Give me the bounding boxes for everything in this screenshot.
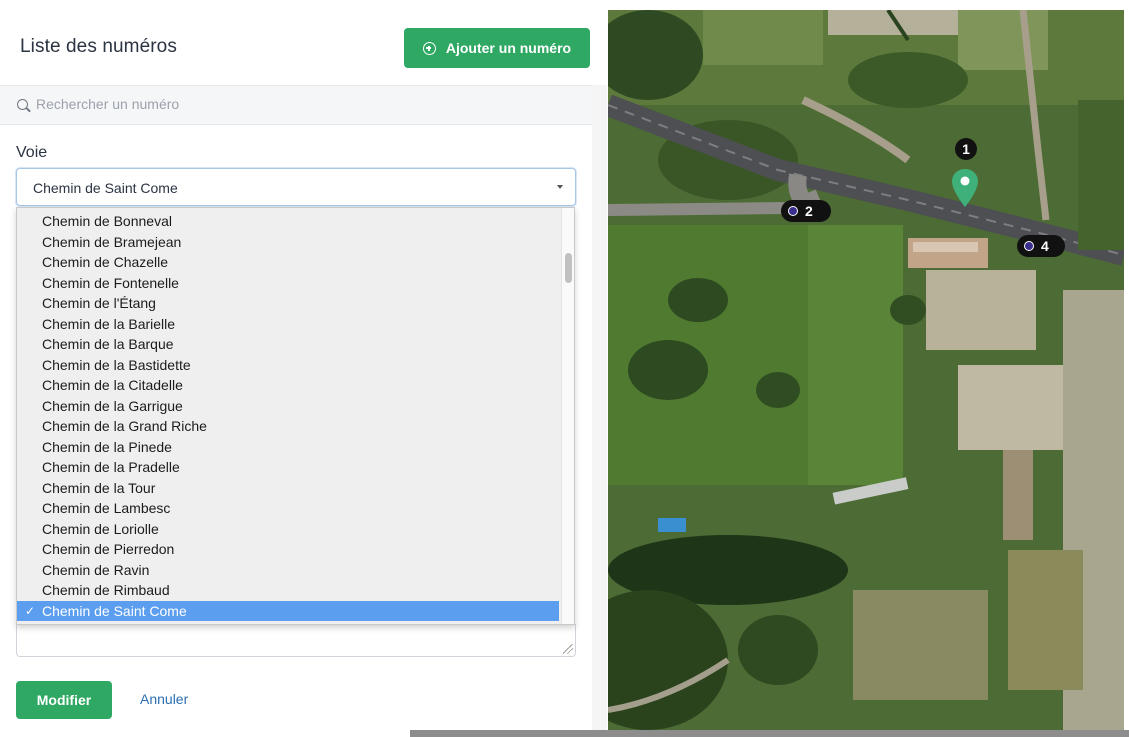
plus-circle-icon <box>422 41 436 55</box>
cancel-link[interactable]: Annuler <box>140 691 188 707</box>
dropdown-option[interactable]: Chemin de Loriolle <box>17 519 559 540</box>
page-title: Liste des numéros <box>20 36 177 57</box>
voie-dropdown-list: Chemin de Bonneval Chemin de Bramejean Che… <box>16 207 575 625</box>
marker-number: 4 <box>1041 238 1049 254</box>
dropdown-option-label: Chemin de la Garrigue <box>42 397 183 414</box>
sidebar-panel: Liste des numéros Ajouter un numéro Voie… <box>0 0 607 737</box>
dropdown-option[interactable]: Chemin de Chazelle <box>17 252 559 273</box>
dropdown-option-label: Chemin de la Tour <box>42 479 156 496</box>
dropdown-option-label: Chemin de Bramejean <box>42 233 182 250</box>
dropdown-option[interactable]: Chemin de Ravin <box>17 560 559 581</box>
map-marker-1-label[interactable]: 1 <box>955 138 977 160</box>
dropdown-option-label: Chemin de Fontenelle <box>42 274 179 291</box>
circle-marker-icon <box>788 206 798 216</box>
map-imagery <box>608 10 1124 730</box>
dropdown-option[interactable]: Chemin de la Garrigue <box>17 396 559 417</box>
location-pin-icon[interactable] <box>951 168 979 208</box>
dropdown-option[interactable]: Chemin de la Barielle <box>17 314 559 335</box>
dropdown-option[interactable]: Chemin de Pierredon <box>17 539 559 560</box>
modify-button[interactable]: Modifier <box>16 681 112 719</box>
dropdown-option-label: Chemin de Pierredon <box>42 541 175 557</box>
circle-marker-icon <box>1024 241 1034 251</box>
dropdown-option[interactable]: Chemin de la Citadelle <box>17 375 559 396</box>
dropdown-option[interactable]: Chemin de la Pradelle <box>17 457 559 478</box>
dropdown-option[interactable]: Chemin de la Tour <box>17 478 559 499</box>
bottom-scrollbar[interactable] <box>410 730 1129 737</box>
textarea-field[interactable] <box>16 624 576 657</box>
dropdown-option-label: Chemin de Ravin <box>42 561 150 578</box>
dropdown-option-label: Chemin de la Barielle <box>42 315 176 332</box>
dropdown-option[interactable]: Chemin de Bonneval <box>17 211 559 232</box>
dropdown-option[interactable]: Chemin de Bramejean <box>17 232 559 253</box>
search-icon <box>17 99 28 110</box>
dropdown-option[interactable]: Chemin de la Bastidette <box>17 355 559 376</box>
resize-handle-icon[interactable] <box>563 644 573 654</box>
add-number-button-label: Ajouter un numéro <box>445 40 572 56</box>
add-number-button[interactable]: Ajouter un numéro <box>404 28 590 68</box>
dropdown-scrollbar[interactable] <box>561 208 574 624</box>
marker-number: 2 <box>805 203 813 219</box>
dropdown-option[interactable]: Chemin de Fontenelle <box>17 273 559 294</box>
dropdown-option[interactable]: Chemin de la Pinede <box>17 437 559 458</box>
search-bar <box>0 85 592 125</box>
dropdown-option-label: Chemin de Bonneval <box>42 213 172 229</box>
dropdown-option-label: Chemin de la Bastidette <box>42 356 191 373</box>
map-marker-2[interactable]: 2 <box>781 200 831 222</box>
dropdown-option-label: Chemin de la Grand Riche <box>42 418 207 434</box>
sidebar-scrollbar[interactable] <box>592 85 607 737</box>
search-input[interactable] <box>36 96 536 112</box>
dropdown-option-label: Chemin de Loriolle <box>42 520 159 537</box>
voie-select[interactable]: Chemin de Saint Come <box>16 168 576 206</box>
satellite-map[interactable]: 1 2 4 <box>608 10 1124 730</box>
dropdown-option-label: Chemin de la Pinede <box>42 438 172 455</box>
dropdown-option[interactable]: Chemin de Rimbaud <box>17 580 559 601</box>
dropdown-option[interactable]: Chemin de l'Étang <box>17 293 559 314</box>
dropdown-option-label: Chemin de la Pradelle <box>42 459 180 475</box>
dropdown-option-label: Chemin de Lambesc <box>42 500 171 516</box>
voie-select-value: Chemin de Saint Come <box>33 180 178 196</box>
dropdown-option[interactable]: Chemin de Lambesc <box>17 498 559 519</box>
dropdown-options: Chemin de Bonneval Chemin de Bramejean Che… <box>17 211 559 621</box>
dropdown-option[interactable]: Chemin de la Grand Riche <box>17 416 559 437</box>
map-marker-4[interactable]: 4 <box>1017 235 1065 257</box>
marker-number: 1 <box>962 141 970 157</box>
dropdown-option-label: Chemin de Saint Come <box>42 602 187 619</box>
dropdown-option-label: Chemin de l'Étang <box>42 295 156 311</box>
dropdown-option[interactable]: Chemin de la Barque <box>17 334 559 355</box>
checkmark-icon: ✓ <box>25 603 36 618</box>
caret-down-icon <box>557 185 563 189</box>
dropdown-option-label: Chemin de la Barque <box>42 336 174 352</box>
voie-label: Voie <box>16 144 48 161</box>
dropdown-option-label: Chemin de Chazelle <box>42 254 169 270</box>
dropdown-option-label: Chemin de la Citadelle <box>42 377 183 393</box>
dropdown-option-label: Chemin de Rimbaud <box>42 582 170 598</box>
dropdown-scrollbar-thumb[interactable] <box>565 253 572 283</box>
dropdown-option[interactable]: ✓ Chemin de Saint Come <box>17 600 559 621</box>
